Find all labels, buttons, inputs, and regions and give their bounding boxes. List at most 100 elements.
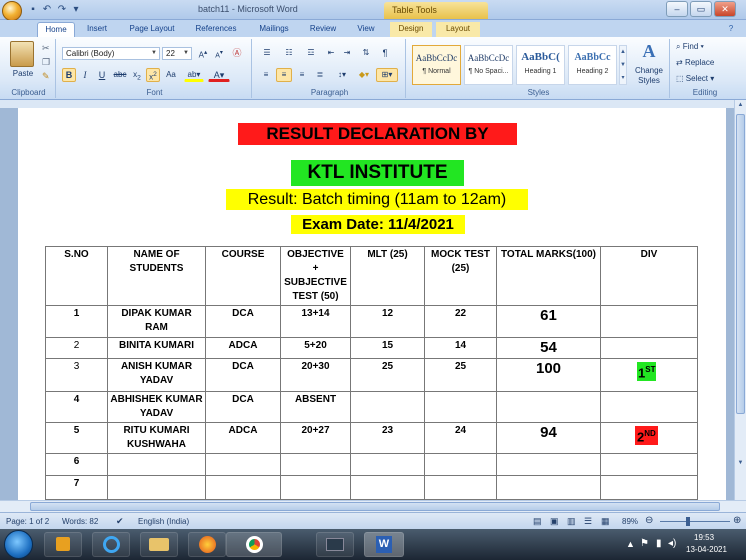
save-icon[interactable]: ▪ [27, 4, 39, 16]
shading-icon[interactable]: ◆▾ [354, 68, 374, 82]
align-right-icon[interactable]: ≡ [294, 68, 310, 82]
tab-design[interactable]: Design [390, 22, 432, 37]
view-draft-icon[interactable]: ▦ [601, 516, 610, 527]
office-button[interactable] [2, 1, 22, 21]
tray-flag-icon[interactable]: ⚑ [640, 538, 649, 549]
cut-icon[interactable]: ✂ [42, 43, 50, 54]
style-no-spacing[interactable]: AaBbCcDc ¶ No Spaci... [464, 45, 513, 85]
zoom-out-icon[interactable]: ⊖ [645, 515, 653, 526]
font-name-combo[interactable]: Calibri (Body) ▼ [62, 47, 160, 60]
styles-scroll-icon[interactable]: ▲ ▼ ▾ [619, 45, 627, 85]
tab-home[interactable]: Home [37, 22, 75, 37]
zoom-level[interactable]: 89% [622, 517, 638, 526]
bullets-icon[interactable]: ☰ [258, 46, 276, 60]
view-full-screen-icon[interactable]: ▣ [550, 516, 559, 527]
change-styles-icon[interactable]: A [634, 41, 664, 62]
redo-icon[interactable]: ↷ [56, 4, 68, 16]
borders-icon[interactable]: ⊞▾ [376, 68, 398, 82]
highlight-icon[interactable]: ab▾ [184, 68, 204, 82]
find-button[interactable]: ⌕ Find ▾ [676, 42, 704, 52]
paste-label[interactable]: Paste [8, 69, 38, 78]
clear-format-icon[interactable]: Ⓐ [230, 46, 244, 60]
tab-view[interactable]: View [350, 22, 382, 37]
underline-button[interactable]: U [94, 68, 110, 82]
tab-page-layout[interactable]: Page Layout [124, 22, 180, 37]
minimize-button[interactable]: – [666, 1, 688, 17]
numbering-icon[interactable]: ☷ [280, 46, 298, 60]
taskbar-ie-icon[interactable] [92, 532, 130, 557]
font-color-icon[interactable]: A▾ [208, 68, 230, 82]
format-painter-icon[interactable]: ✎ [42, 71, 50, 82]
justify-icon[interactable]: ≣ [312, 68, 328, 82]
increase-indent-icon[interactable]: ⇥ [340, 46, 354, 60]
font-size-dropdown-icon[interactable]: ▼ [183, 48, 189, 59]
view-web-layout-icon[interactable]: ▥ [567, 516, 576, 527]
tab-mailings[interactable]: Mailings [252, 22, 296, 37]
font-size-combo[interactable]: 22 ▼ [162, 47, 192, 60]
tab-layout[interactable]: Layout [436, 22, 480, 37]
shrink-font-icon[interactable]: A▾ [212, 46, 226, 60]
decrease-indent-icon[interactable]: ⇤ [324, 46, 338, 60]
help-icon[interactable]: ? [724, 22, 738, 37]
maximize-button[interactable]: ▭ [690, 1, 712, 17]
tab-references[interactable]: References [190, 22, 242, 37]
style-heading-1[interactable]: AaBbC( Heading 1 [516, 45, 565, 85]
document-page[interactable]: RESULT DECLARATION BY KTL INSTITUTE Resu… [18, 108, 726, 500]
close-button[interactable]: ✕ [714, 1, 736, 17]
language-indicator[interactable]: English (India) [138, 517, 189, 526]
superscript-icon[interactable]: x2 [146, 68, 160, 82]
replace-button[interactable]: ⇄ Replace [676, 58, 714, 67]
cell-name [107, 475, 206, 500]
cell-course: DCA [205, 358, 281, 392]
select-button[interactable]: ⬚ Select ▾ [676, 74, 714, 83]
tray-show-icons[interactable]: ▲ [626, 539, 635, 549]
style-heading-2[interactable]: AaBbCc Heading 2 [568, 45, 617, 85]
zoom-in-icon[interactable]: ⊕ [733, 515, 741, 526]
view-print-layout-icon[interactable]: ▤ [533, 516, 542, 527]
page-count[interactable]: Page: 1 of 2 [6, 517, 49, 526]
zoom-slider-thumb[interactable] [686, 517, 690, 526]
taskbar-explorer-icon[interactable] [140, 532, 178, 557]
change-styles-button[interactable]: Change Styles [630, 66, 668, 86]
tray-network-icon[interactable]: ▮ [656, 538, 662, 549]
tray-volume-icon[interactable]: ◂) [668, 538, 676, 549]
taskbar-media-icon[interactable] [44, 532, 82, 557]
quick-access-dropdown-icon[interactable]: ▾ [70, 4, 82, 16]
view-outline-icon[interactable]: ☰ [584, 516, 592, 527]
subscript-icon[interactable]: x2 [130, 68, 144, 82]
bold-button[interactable]: B [62, 68, 76, 82]
scroll-up-icon[interactable]: ▲ [736, 102, 745, 110]
copy-icon[interactable]: ❐ [42, 57, 50, 68]
change-case-icon[interactable]: Aa [164, 68, 178, 82]
clock-time[interactable]: 19:53 [694, 533, 714, 542]
proofing-icon[interactable]: ✔ [116, 516, 124, 527]
paste-icon[interactable] [10, 41, 34, 67]
tab-insert[interactable]: Insert [80, 22, 114, 37]
scroll-thumb[interactable] [736, 114, 745, 414]
hscroll-thumb[interactable] [30, 502, 720, 511]
strikethrough-icon[interactable]: abc [112, 68, 128, 82]
zoom-slider[interactable] [660, 521, 730, 522]
taskbar-firefox-icon[interactable] [188, 532, 226, 557]
align-left-icon[interactable]: ≡ [258, 68, 274, 82]
italic-button[interactable]: I [78, 68, 92, 82]
undo-icon[interactable]: ↶ [41, 4, 53, 16]
multilevel-list-icon[interactable]: ☲ [302, 46, 320, 60]
taskbar-app-icon[interactable] [316, 532, 354, 557]
tab-review[interactable]: Review [304, 22, 342, 37]
show-formatting-icon[interactable]: ¶ [378, 46, 392, 60]
style-normal[interactable]: AaBbCcDc ¶ Normal [412, 45, 461, 85]
sort-icon[interactable]: ⇅ [358, 46, 374, 60]
vertical-scrollbar[interactable]: ▲ ▼ [734, 100, 746, 500]
clock-date[interactable]: 13-04-2021 [686, 545, 727, 554]
grow-font-icon[interactable]: A▴ [196, 46, 210, 60]
scroll-down-icon[interactable]: ▼ [736, 460, 745, 466]
align-center-icon[interactable]: ≡ [276, 68, 292, 82]
start-button[interactable] [4, 530, 33, 559]
horizontal-scrollbar[interactable] [0, 500, 746, 512]
taskbar-word-icon[interactable]: W [364, 532, 404, 557]
font-name-dropdown-icon[interactable]: ▼ [151, 48, 157, 59]
line-spacing-icon[interactable]: ↕▾ [332, 68, 352, 82]
taskbar-chrome-icon[interactable] [226, 532, 282, 557]
word-count[interactable]: Words: 82 [62, 517, 98, 526]
